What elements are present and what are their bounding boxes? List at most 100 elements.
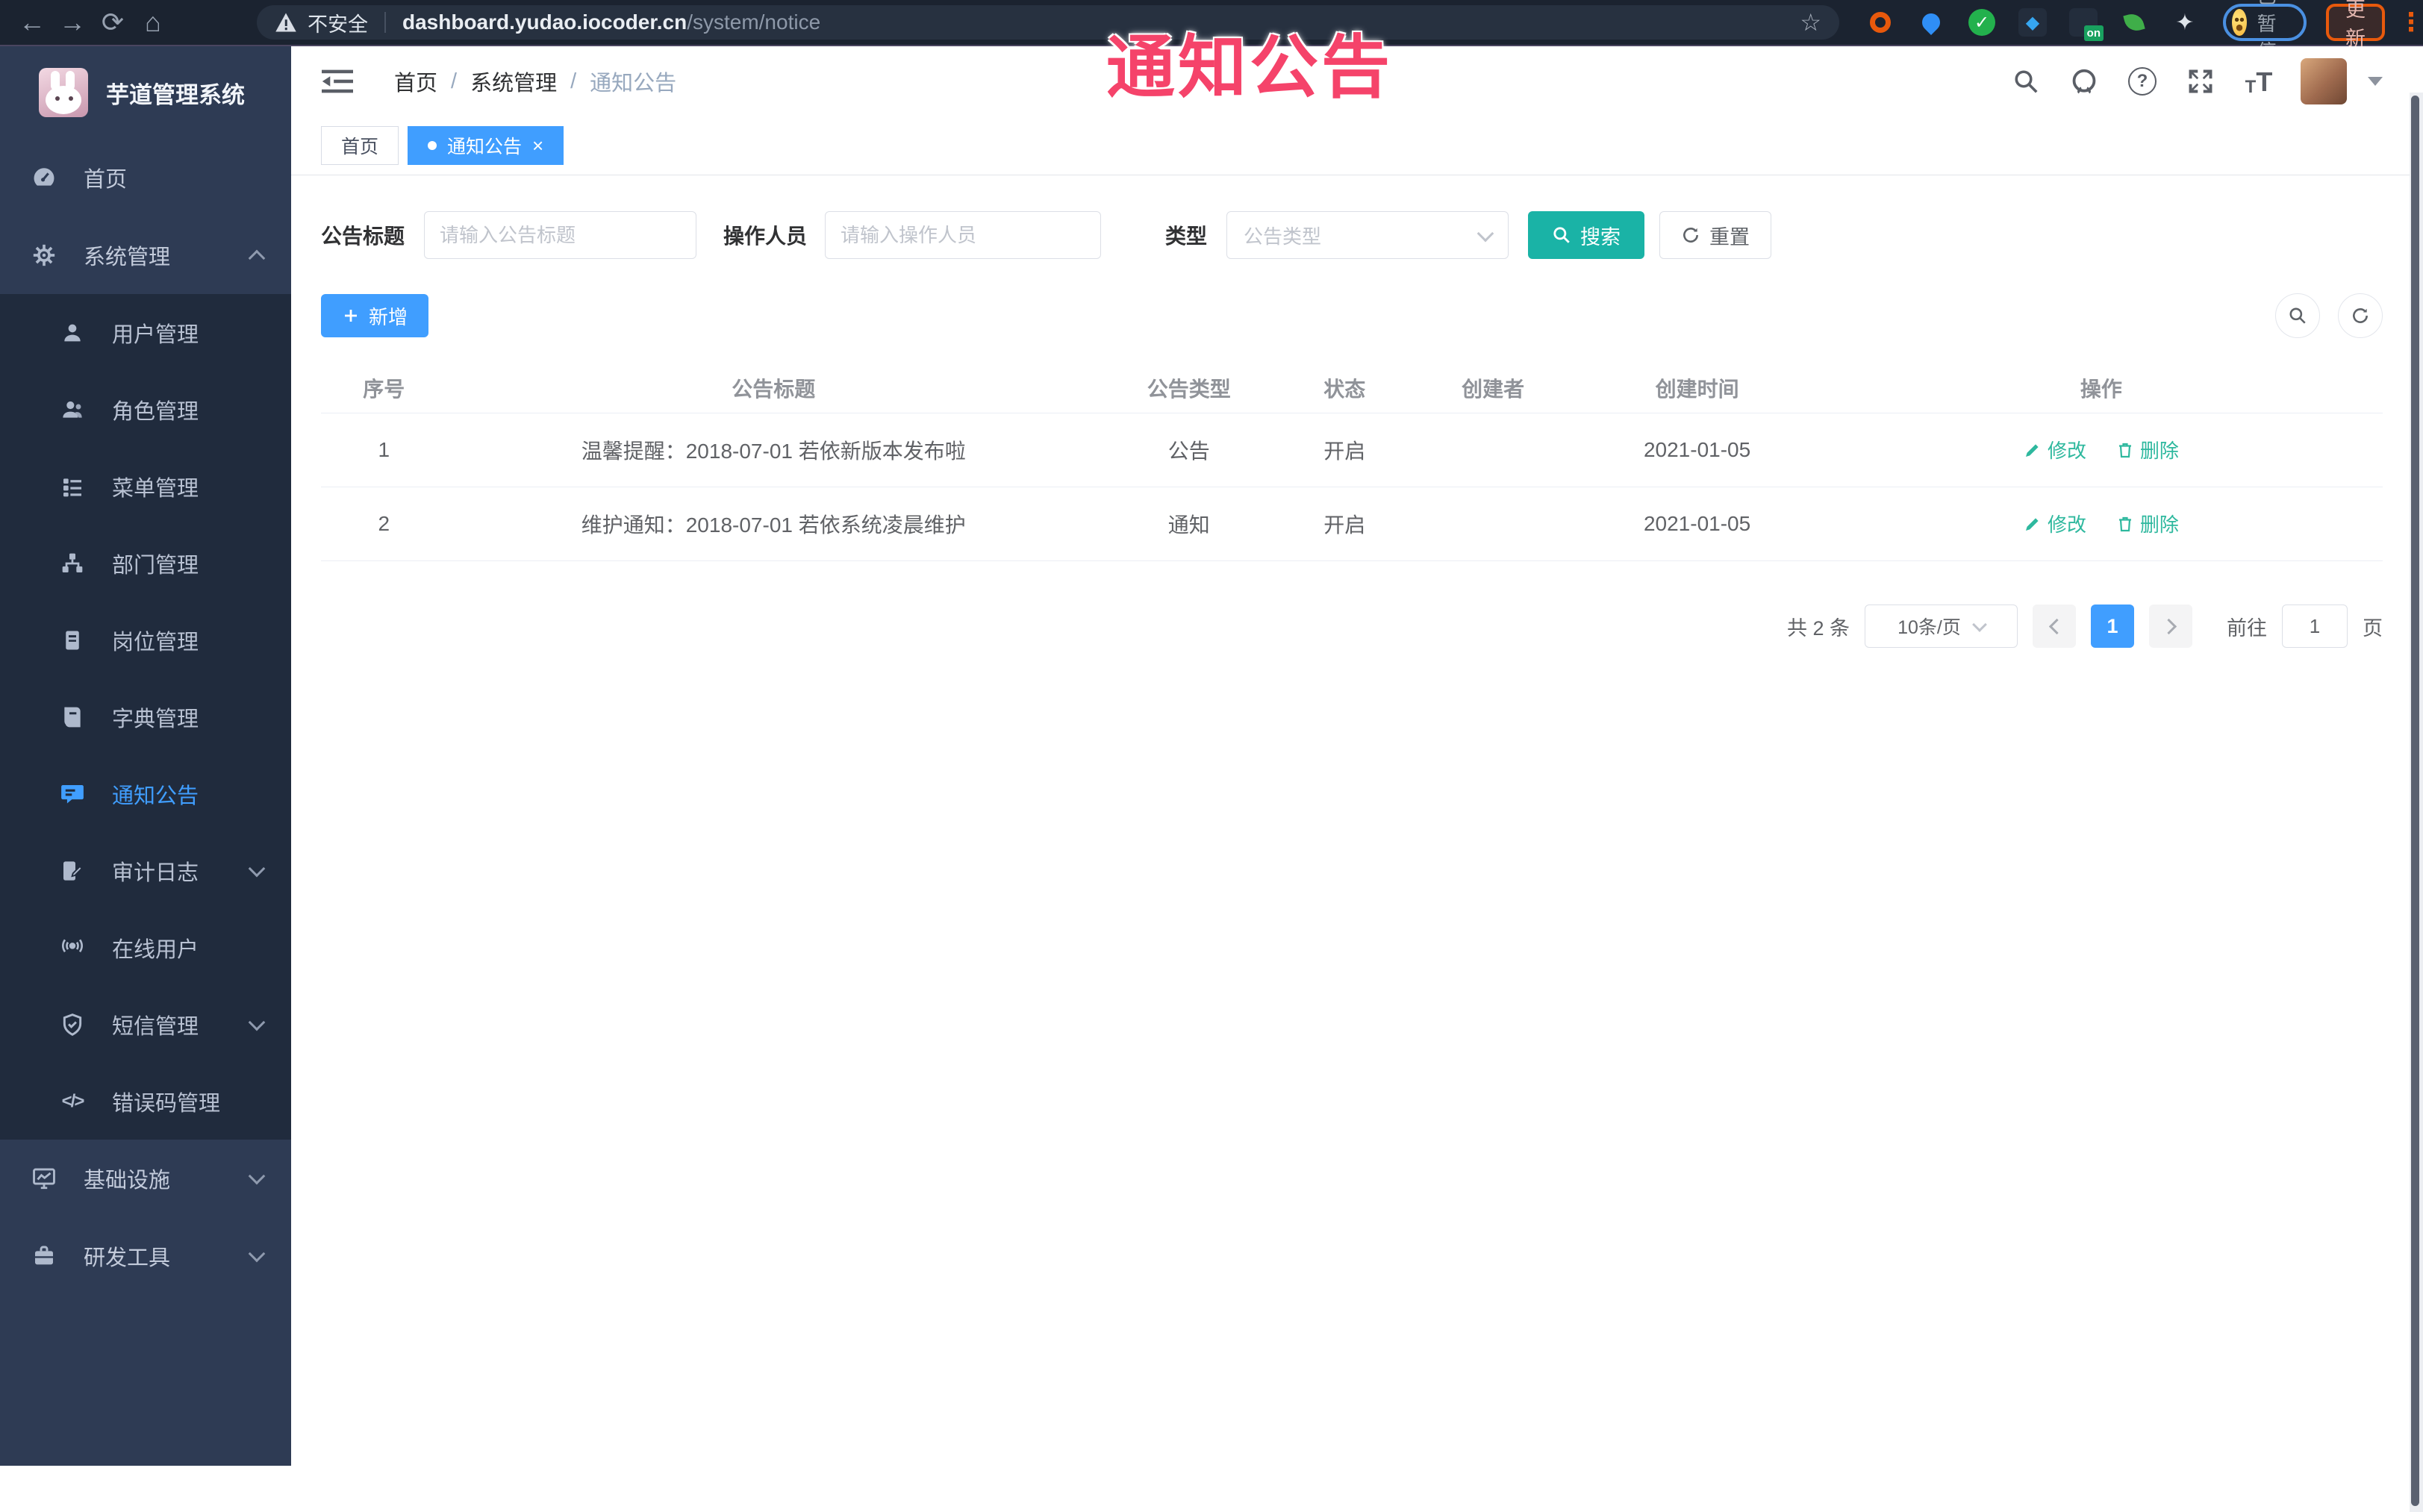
table-row: 1 温馨提醒：2018-07-01 若依新版本发布啦 公告 开启 2021-01… <box>321 413 2383 487</box>
chevron-down-icon <box>248 1245 266 1263</box>
edit-link[interactable]: 修改 <box>2024 510 2086 537</box>
goto-suffix: 页 <box>2363 616 2383 640</box>
font-size-icon[interactable]: TT <box>2242 65 2275 98</box>
address-bar[interactable]: 不安全 dashboard.yudao.iocoder.cn /system/n… <box>257 5 1839 40</box>
browser-back-icon[interactable]: ← <box>12 7 52 38</box>
prev-page-button[interactable] <box>2033 605 2076 648</box>
error-code-icon: </> <box>61 1090 85 1111</box>
devtools-icon <box>30 1242 58 1270</box>
extension-green-check-icon[interactable]: ✓ <box>1966 7 1998 38</box>
tab-home[interactable]: 首页 <box>321 126 399 165</box>
page-1-button[interactable]: 1 <box>2091 605 2134 648</box>
sidebar-item-dictionary-management[interactable]: 字典管理 <box>0 678 291 755</box>
browser-chrome: ← → ⟳ ⌂ 不安全 dashboard.yudao.iocoder.cn /… <box>0 0 2423 63</box>
reset-button[interactable]: 重置 <box>1659 211 1772 259</box>
table-row: 2 维护通知：2018-07-01 若依系统凌晨维护 通知 开启 2021-01… <box>321 487 2383 561</box>
sidebar-collapse-icon[interactable] <box>321 65 354 98</box>
edit-link[interactable]: 修改 <box>2024 436 2086 463</box>
goto-page-input[interactable] <box>2282 605 2348 648</box>
column-header: 序号 <box>363 378 405 401</box>
url-path: /system/notice <box>687 10 821 34</box>
browser-reload-icon[interactable]: ⟳ <box>93 7 133 38</box>
notice-type-select[interactable]: 公告类型 <box>1226 211 1509 259</box>
table-tools <box>2275 293 2383 338</box>
sms-icon <box>58 1010 87 1039</box>
bookmark-star-icon[interactable]: ☆ <box>1800 8 1821 37</box>
security-warning-label: 不安全 <box>308 13 368 36</box>
main-area: 首页 / 系统管理 / 通知公告 ? T T 首页 通知公告 × 公告标题 请输… <box>291 46 2423 1512</box>
avatar-caret-icon[interactable] <box>2368 77 2383 86</box>
delete-link[interactable]: 删除 <box>2116 436 2179 463</box>
add-button[interactable]: 新增 <box>321 294 429 337</box>
sidebar-item-menu-management[interactable]: 菜单管理 <box>0 448 291 525</box>
user-icon <box>58 319 87 347</box>
notice-table: 序号 公告标题 公告类型 状态 创建者 创建时间 操作 1 温馨提醒：2018-… <box>321 363 2383 561</box>
page-size-select[interactable]: 10条/页 <box>1865 605 2018 648</box>
department-icon <box>58 549 87 578</box>
app-logo-row[interactable]: 芋道管理系统 <box>0 46 291 139</box>
url-domain: dashboard.yudao.iocoder.cn <box>402 10 687 34</box>
chevron-up-icon <box>248 249 266 267</box>
browser-update-button[interactable]: 更新 <box>2326 0 2386 50</box>
breadcrumb-home[interactable]: 首页 <box>394 66 437 97</box>
user-avatar[interactable] <box>2301 58 2347 104</box>
browser-forward-icon[interactable]: → <box>52 7 93 38</box>
column-header: 状态 <box>1323 378 1366 401</box>
sidebar-item-user-management[interactable]: 用户管理 <box>0 294 291 371</box>
table-header-row: 序号 公告标题 公告类型 状态 创建者 创建时间 操作 <box>321 363 2383 413</box>
tab-close-icon[interactable]: × <box>532 136 543 155</box>
fullscreen-icon[interactable] <box>2184 65 2217 98</box>
tab-notice-announcement[interactable]: 通知公告 × <box>408 126 564 165</box>
extension-leaf-icon[interactable] <box>2118 7 2150 38</box>
breadcrumb: 首页 / 系统管理 / 通知公告 <box>394 66 676 97</box>
sidebar-item-system-management[interactable]: 系统管理 <box>0 216 291 294</box>
refresh-button[interactable] <box>2338 293 2383 338</box>
extensions-puzzle-icon[interactable]: ✦ <box>2169 7 2201 38</box>
scrollbar-thumb[interactable] <box>2411 96 2419 1506</box>
browser-menu-icon[interactable]: ⋮ <box>2398 7 2423 37</box>
breadcrumb-system[interactable]: 系统管理 <box>470 66 557 97</box>
column-header: 创建时间 <box>1655 378 1739 401</box>
sidebar-item-online-users[interactable]: 在线用户 <box>0 909 291 986</box>
operator-input[interactable] <box>825 211 1102 259</box>
active-tab-dot <box>428 141 437 150</box>
menu-icon <box>58 472 87 501</box>
total-count: 共 2 条 <box>1786 616 1850 640</box>
sidebar-item-post-management[interactable]: 岗位管理 <box>0 602 291 678</box>
infrastructure-icon <box>30 1164 58 1193</box>
column-header: 操作 <box>2080 378 2122 401</box>
sidebar-item-role-management[interactable]: 角色管理 <box>0 371 291 448</box>
sidebar-item-department-management[interactable]: 部门管理 <box>0 525 291 602</box>
sidebar-item-error-code-management[interactable]: </> 错误码管理 <box>0 1063 291 1140</box>
sidebar-item-dev-tools[interactable]: 研发工具 <box>0 1217 291 1295</box>
chevron-down-icon <box>248 1167 266 1185</box>
sidebar-item-audit-log[interactable]: 审计日志 <box>0 832 291 909</box>
help-icon[interactable]: ? <box>2126 65 2159 98</box>
browser-home-icon[interactable]: ⌂ <box>133 7 173 38</box>
app-header: 首页 / 系统管理 / 通知公告 ? T T <box>291 46 2423 116</box>
search-icon[interactable] <box>2009 65 2042 98</box>
profile-paused-pill[interactable]: 已暂停 <box>2223 0 2307 63</box>
next-page-button[interactable] <box>2149 605 2192 648</box>
sidebar-submenu: 用户管理 角色管理 菜单管理 部门管理 岗位管理 字典管理 通知公告 审计日志 … <box>0 294 291 1140</box>
search-button[interactable]: 搜索 <box>1528 211 1645 259</box>
sidebar-item-sms-management[interactable]: 短信管理 <box>0 986 291 1063</box>
column-header: 公告类型 <box>1147 378 1231 401</box>
page-scrollbar[interactable] <box>2410 93 2423 1512</box>
chevron-down-icon <box>248 1013 266 1031</box>
github-icon[interactable] <box>2068 65 2101 98</box>
operator-label: 操作人员 <box>723 225 808 248</box>
app-logo <box>39 68 88 117</box>
extension-orange-ring-icon[interactable] <box>1865 7 1896 38</box>
notice-title-input[interactable] <box>424 211 697 259</box>
sidebar-item-notice-announcement[interactable]: 通知公告 <box>0 755 291 832</box>
sidebar-item-home[interactable]: 首页 <box>0 139 291 216</box>
audit-log-icon <box>58 857 87 885</box>
toggle-search-button[interactable] <box>2275 293 2320 338</box>
sidebar-item-infrastructure[interactable]: 基础设施 <box>0 1140 291 1217</box>
delete-link[interactable]: 删除 <box>2116 510 2179 537</box>
extension-switch-icon[interactable]: on <box>2068 7 2104 41</box>
pagination: 共 2 条 10条/页 1 前往 页 <box>321 605 2383 648</box>
extension-blue-gem-icon[interactable]: ◆ <box>2017 7 2048 38</box>
extension-blue-pin-icon[interactable] <box>1915 7 1947 38</box>
